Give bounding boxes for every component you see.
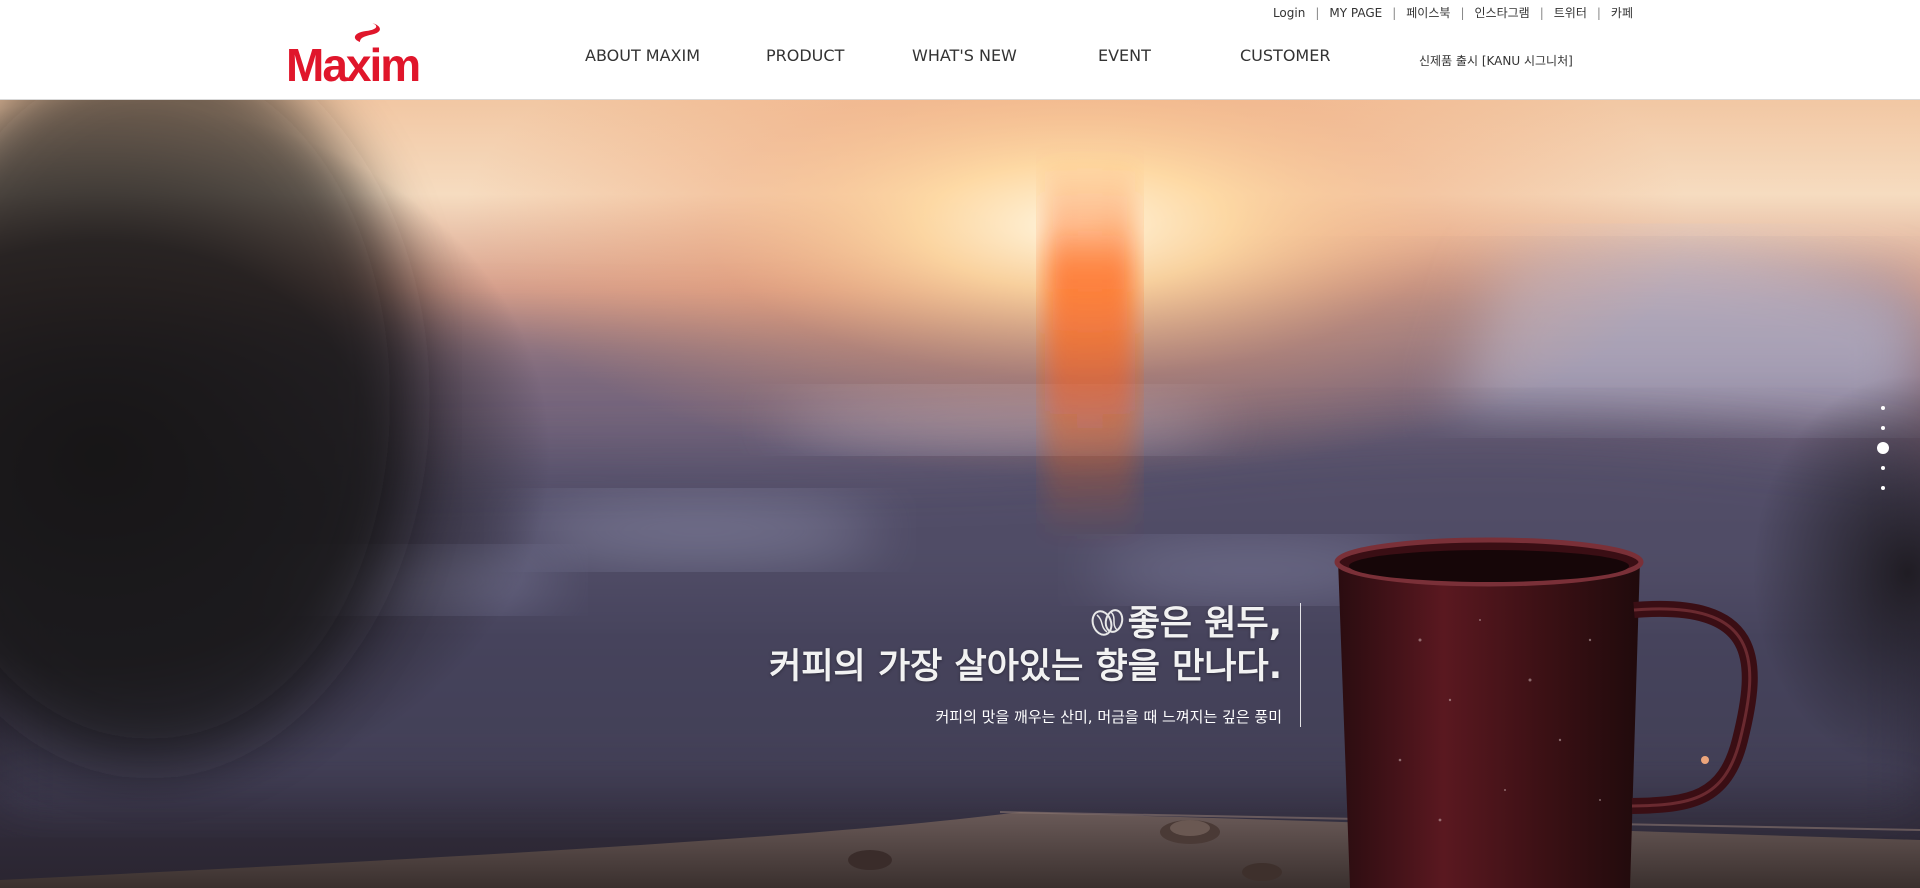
nav-customer[interactable]: CUSTOMER [1240, 46, 1330, 65]
hero-headline-2: 커피의 가장 살아있는 향을 만나다. [769, 647, 1282, 687]
maxim-logo[interactable]: Maxim [286, 22, 426, 91]
logo-wordmark: Maxim [286, 39, 421, 91]
util-separator: | [1596, 5, 1601, 20]
new-product-notice-link[interactable]: 신제품 출시 [KANU 시그니처] [1419, 52, 1573, 69]
nav-event[interactable]: EVENT [1098, 46, 1151, 65]
slide-dot-3-active[interactable] [1877, 442, 1889, 454]
nav-about-maxim[interactable]: ABOUT MAXIM [585, 46, 700, 65]
slider-pagination [1876, 398, 1890, 498]
site-header: Login | MY PAGE | 페이스북 | 인스타그램 | 트위터 | 카… [0, 0, 1920, 100]
login-link[interactable]: Login [1273, 6, 1305, 20]
instagram-link[interactable]: 인스타그램 [1474, 4, 1529, 21]
nav-product[interactable]: PRODUCT [766, 46, 844, 65]
nav-whats-new[interactable]: WHAT'S NEW [912, 46, 1017, 65]
hero-background-image [0, 100, 1920, 888]
cafe-link[interactable]: 카페 [1611, 4, 1633, 21]
slide-dot-5[interactable] [1881, 486, 1885, 490]
facebook-link[interactable]: 페이스북 [1406, 4, 1450, 21]
slide-dot-2[interactable] [1881, 426, 1885, 430]
hero-copy: 좋은 원두, 커피의 가장 살아있는 향을 만나다. 커피의 맛을 깨우는 산미… [769, 603, 1301, 727]
utility-links: Login | MY PAGE | 페이스북 | 인스타그램 | 트위터 | 카… [1273, 4, 1633, 21]
util-separator: | [1460, 5, 1465, 20]
hero-headline-1-row: 좋은 원두, [769, 603, 1282, 645]
util-separator: | [1539, 5, 1544, 20]
hero-subtext: 커피의 맛을 깨우는 산미, 머금을 때 느껴지는 깊은 풍미 [935, 708, 1282, 726]
my-page-link[interactable]: MY PAGE [1329, 6, 1382, 20]
twitter-link[interactable]: 트위터 [1554, 4, 1587, 21]
util-separator: | [1392, 5, 1397, 20]
hero-headline-1: 좋은 원두, [1127, 604, 1282, 644]
util-separator: | [1315, 5, 1320, 20]
hero-slider: 좋은 원두, 커피의 가장 살아있는 향을 만나다. 커피의 맛을 깨우는 산미… [0, 100, 1920, 888]
coffee-bean-icon [1091, 609, 1123, 636]
slide-dot-4[interactable] [1881, 466, 1885, 470]
slide-dot-1[interactable] [1881, 406, 1885, 410]
